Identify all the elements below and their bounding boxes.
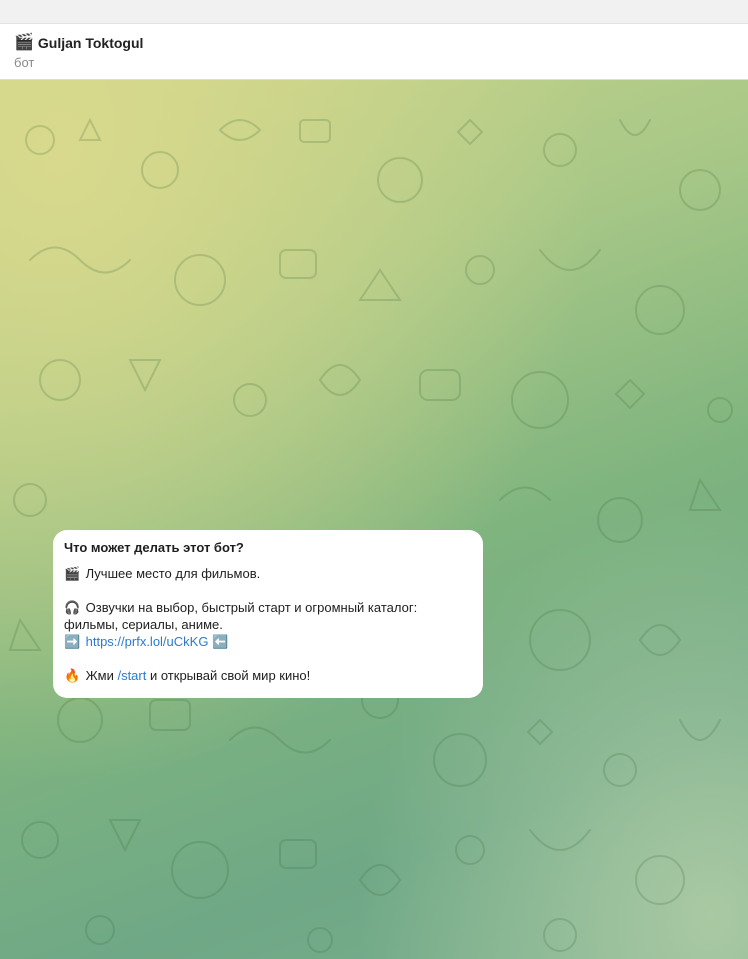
chat-background: Что может делать этот бот? 🎬 Лучшее мест… (0, 80, 748, 959)
telegram-window: 🎬 Guljan Toktogul бот Что может делать э… (0, 0, 748, 959)
doodle-pattern (8, 117, 733, 953)
clapper-icon: 🎬 (14, 34, 34, 51)
chat-title-row[interactable]: 🎬 Guljan Toktogul (14, 34, 143, 52)
bot-info-message: Что может делать этот бот? 🎬 Лучшее мест… (53, 530, 483, 698)
chat-header[interactable]: 🎬 Guljan Toktogul бот (0, 24, 748, 80)
message-text: Жми (85, 668, 114, 683)
arrow-left-icon: ⬅️ (212, 634, 229, 649)
chat-title[interactable]: Guljan Toktogul (38, 34, 144, 52)
message-link[interactable]: https://prfx.lol/uCkKG (86, 634, 209, 649)
window-top-bar (0, 0, 748, 24)
message-text: и открывай свой мир кино! (149, 668, 311, 683)
message-line-1: 🎬 Лучшее место для фильмов. (64, 565, 472, 582)
message-line-3: фильмы, сериалы, аниме. (64, 617, 223, 632)
chat-subtitle: бот (14, 55, 35, 70)
message-line-5: 🔥 Жми /start и открывай свой мир кино! (64, 667, 472, 684)
fire-icon: 🔥 (64, 668, 81, 683)
headphones-icon: 🎧 (64, 600, 81, 615)
message-text: Лучшее место для фильмов. (85, 566, 261, 581)
message-text: Озвучки на выбор, быстрый старт и огромн… (85, 600, 418, 615)
start-command-link[interactable]: /start (117, 668, 146, 683)
message-line-2: 🎧 Озвучки на выбор, быстрый старт и огро… (64, 599, 472, 616)
message-line-4: ➡️ https://prfx.lol/uCkKG ⬅️ (64, 633, 472, 650)
clapper-icon: 🎬 (64, 566, 81, 581)
arrow-right-icon: ➡️ (64, 634, 81, 649)
message-heading: Что может делать этот бот? (64, 540, 244, 555)
